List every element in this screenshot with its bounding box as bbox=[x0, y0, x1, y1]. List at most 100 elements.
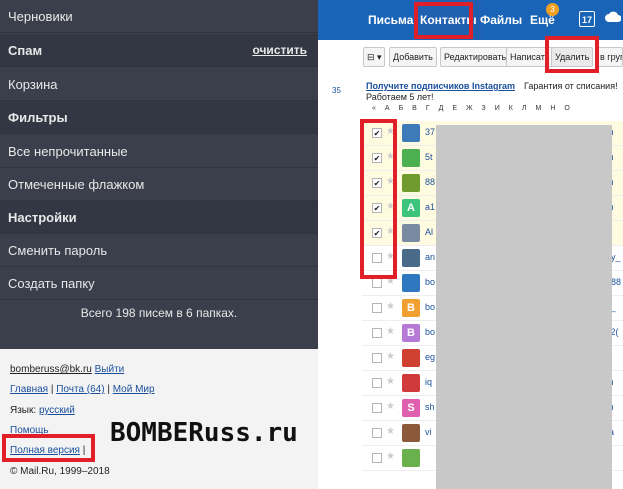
menu-item-label: Спам bbox=[8, 43, 43, 58]
contact-avatar bbox=[402, 424, 420, 442]
contact-checkbox[interactable] bbox=[372, 453, 382, 463]
menu-item-label: Фильтры bbox=[8, 110, 68, 125]
alphabet-letter[interactable]: О bbox=[564, 105, 569, 117]
contact-avatar bbox=[402, 224, 420, 242]
star-icon[interactable]: ★ bbox=[386, 351, 395, 362]
menu-item-change-password[interactable]: Сменить пароль bbox=[0, 234, 318, 267]
alphabet-letter[interactable]: Б bbox=[399, 105, 404, 117]
star-icon[interactable]: ★ bbox=[386, 326, 395, 337]
star-icon[interactable]: ★ bbox=[386, 376, 395, 387]
contact-avatar bbox=[402, 249, 420, 267]
alphabet-letter[interactable]: В bbox=[412, 105, 417, 117]
contact-checkbox[interactable] bbox=[372, 378, 382, 388]
cloud-icon[interactable] bbox=[605, 11, 622, 27]
star-icon[interactable]: ★ bbox=[386, 426, 395, 437]
contact-name[interactable]: 88 bbox=[425, 177, 435, 187]
side-menu: Черновики Спам очистить Корзина Фильтры … bbox=[0, 0, 318, 349]
menu-item-settings[interactable]: Настройки bbox=[0, 201, 318, 234]
add-to-group-button[interactable]: в групп bbox=[596, 47, 623, 67]
menu-item-filters[interactable]: Фильтры bbox=[0, 101, 318, 134]
menu-item-label: Сменить пароль bbox=[8, 243, 108, 258]
language-line: Язык: русский bbox=[10, 405, 75, 416]
contact-name[interactable]: an bbox=[425, 252, 435, 262]
more-badge: 3 bbox=[546, 3, 559, 16]
alphabet-letter[interactable]: Л bbox=[522, 105, 527, 117]
contact-checkbox[interactable] bbox=[372, 353, 382, 363]
my-world-link[interactable]: Мой Мир bbox=[113, 384, 155, 395]
contact-name[interactable]: eg bbox=[425, 352, 435, 362]
menu-item-trash[interactable]: Корзина bbox=[0, 68, 318, 101]
contact-avatar bbox=[402, 174, 420, 192]
alphabet-letter[interactable]: Д bbox=[439, 105, 444, 117]
redacted-area bbox=[436, 125, 612, 489]
logout-link[interactable]: Выйти bbox=[95, 364, 125, 375]
promo-link[interactable]: Получите подписчиков Instagram bbox=[366, 81, 515, 91]
contact-name[interactable]: bo bbox=[425, 327, 435, 337]
contact-name[interactable]: vi bbox=[425, 427, 432, 437]
contact-name[interactable]: iq bbox=[425, 377, 432, 387]
alphabet-letter[interactable]: И bbox=[495, 105, 500, 117]
menu-item-label: Настройки bbox=[8, 210, 77, 225]
alphabet-letter[interactable]: З bbox=[482, 105, 486, 117]
contact-avatar bbox=[402, 149, 420, 167]
highlight-delete-button bbox=[545, 36, 599, 73]
contact-name[interactable]: a1 bbox=[425, 202, 435, 212]
mail-link[interactable]: Почта (64) bbox=[56, 384, 104, 395]
contact-name[interactable]: Al bbox=[425, 227, 433, 237]
alphabet-letter[interactable]: « bbox=[372, 105, 376, 117]
star-icon[interactable]: ★ bbox=[386, 401, 395, 412]
contact-avatar: B bbox=[402, 324, 420, 342]
menu-item-flagged[interactable]: Отмеченные флажком bbox=[0, 168, 318, 201]
select-dropdown[interactable]: ⊟ ▾ bbox=[363, 47, 385, 67]
alphabet-letter[interactable]: К bbox=[509, 105, 513, 117]
star-icon[interactable]: ★ bbox=[386, 451, 395, 462]
account-email: bomberuss@bk.ru bbox=[10, 364, 92, 375]
menu-item-label: Отмеченные флажком bbox=[8, 177, 145, 192]
contact-avatar bbox=[402, 349, 420, 367]
watermark: BOMBERuss.ru bbox=[110, 418, 298, 448]
promo-text: Гарантия от списания! bbox=[524, 81, 618, 91]
menu-item-all-unread[interactable]: Все непрочитанные bbox=[0, 135, 318, 168]
alphabet-filter: « А Б В Г Д Е Ж З И К Л М Н О bbox=[372, 105, 623, 117]
language-label: Язык: bbox=[10, 405, 37, 416]
contact-name[interactable]: bo bbox=[425, 277, 435, 287]
contact-checkbox[interactable] bbox=[372, 328, 382, 338]
promo-text-2: Работаем 5 лет! bbox=[366, 92, 434, 102]
edit-contact-button[interactable]: Редактировать bbox=[440, 47, 511, 67]
alphabet-letter[interactable]: А bbox=[385, 105, 390, 117]
calendar-icon[interactable]: 17 bbox=[579, 11, 595, 27]
contact-checkbox[interactable] bbox=[372, 403, 382, 413]
alphabet-letter[interactable]: Г bbox=[426, 105, 430, 117]
alphabet-letter[interactable]: Ж bbox=[466, 105, 472, 117]
menu-item-spam[interactable]: Спам очистить bbox=[0, 34, 318, 67]
contact-checkbox[interactable] bbox=[372, 303, 382, 313]
menu-item-create-folder[interactable]: Создать папку bbox=[0, 267, 318, 300]
add-contact-button[interactable]: Добавить bbox=[389, 47, 437, 67]
contact-name[interactable]: bo bbox=[425, 302, 435, 312]
alphabet-letter[interactable]: Н bbox=[550, 105, 555, 117]
contact-name[interactable]: 5t bbox=[425, 152, 433, 162]
nav-tab-mail[interactable]: Письма bbox=[368, 0, 413, 40]
alphabet-letter[interactable]: Е bbox=[452, 105, 457, 117]
menu-item-drafts[interactable]: Черновики bbox=[0, 0, 318, 33]
contact-avatar bbox=[402, 274, 420, 292]
contact-avatar bbox=[402, 374, 420, 392]
contact-avatar bbox=[402, 124, 420, 142]
contact-checkbox[interactable] bbox=[372, 278, 382, 288]
contact-name[interactable]: sh bbox=[425, 402, 435, 412]
clear-spam-link[interactable]: очистить bbox=[252, 34, 307, 67]
unread-count: 35 bbox=[332, 86, 341, 95]
menu-item-label: Создать папку bbox=[8, 276, 95, 291]
folder-panel bbox=[318, 78, 354, 438]
alphabet-letter[interactable]: М bbox=[535, 105, 541, 117]
highlight-contacts-tab bbox=[414, 2, 473, 39]
language-link[interactable]: русский bbox=[39, 405, 75, 416]
menu-item-label: Все непрочитанные bbox=[8, 144, 128, 159]
home-link[interactable]: Главная bbox=[10, 384, 48, 395]
star-icon[interactable]: ★ bbox=[386, 301, 395, 312]
contact-avatar bbox=[402, 449, 420, 467]
contact-name[interactable]: 37 bbox=[425, 127, 435, 137]
nav-tab-files[interactable]: Файлы bbox=[480, 0, 522, 40]
contact-checkbox[interactable] bbox=[372, 428, 382, 438]
folder-summary: Всего 198 писем в 6 папках. bbox=[80, 306, 238, 320]
